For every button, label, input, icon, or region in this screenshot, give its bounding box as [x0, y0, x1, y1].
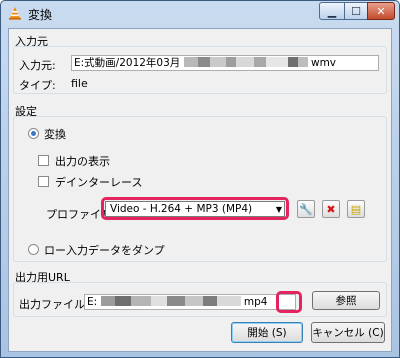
output-path-end: mp4 [243, 296, 268, 308]
deinterlace-checkbox[interactable] [38, 176, 49, 187]
wrench-icon: 🔧 [299, 202, 313, 216]
source-group: 入力元: E:式動画/2012年03月 wmv タイプ: file [13, 46, 387, 94]
close-icon: ✕ [376, 4, 386, 18]
start-label: 開始 (S) [247, 327, 287, 339]
show-output-checkbox[interactable] [38, 155, 49, 166]
input-path-field[interactable]: E:式動画/2012年03月 wmv [71, 55, 379, 71]
type-value: file [71, 77, 88, 90]
new-profile-button[interactable]: ▤ [347, 200, 365, 218]
output-path-start: E: [87, 296, 98, 308]
browse-button[interactable]: 参照 [312, 291, 380, 310]
delete-profile-button[interactable]: ✖ [322, 200, 340, 218]
cancel-button[interactable]: キャンセル (C) [311, 322, 385, 343]
edit-profile-button[interactable]: 🔧 [297, 200, 315, 218]
redacted-path [183, 57, 308, 69]
start-button[interactable]: 開始 (S) [231, 322, 303, 343]
title-bar[interactable]: 変換 ▁ ☐ ✕ [1, 1, 399, 25]
show-output-label: 出力の表示 [55, 155, 110, 168]
minimize-icon: ▁ [327, 4, 337, 18]
input-label: 入力元: [19, 59, 56, 72]
close-button[interactable]: ✕ [367, 2, 395, 20]
redacted-output-path [100, 296, 241, 308]
output-file-field[interactable]: E: mp4 [84, 294, 296, 310]
dump-label: ロー入力データをダンプ [44, 244, 165, 257]
deinterlace-label: デインターレース [55, 176, 143, 189]
profile-select[interactable]: Video - H.264 + MP3 (MP4) ▼ [105, 201, 285, 217]
convert-label: 変換 [44, 128, 66, 141]
dialog-body: 入力元 入力元: E:式動画/2012年03月 wmv タイプ: file 設定… [8, 28, 392, 352]
dump-radio[interactable] [28, 244, 39, 255]
maximize-icon: ☐ [351, 4, 361, 18]
delete-icon: ✖ [326, 202, 336, 216]
chevron-down-icon: ▼ [275, 205, 282, 214]
input-path-end: wmv [310, 57, 337, 69]
vlc-cone-icon [9, 7, 21, 20]
convert-window: 変換 ▁ ☐ ✕ 入力元 入力元: E:式動画/2012年03月 wmv タイプ… [0, 0, 400, 358]
output-file-label: 出力ファイル: [19, 298, 89, 311]
maximize-button[interactable]: ☐ [344, 2, 368, 20]
type-label: タイプ: [19, 79, 56, 92]
minimize-button[interactable]: ▁ [319, 2, 345, 20]
cancel-label: キャンセル (C) [312, 327, 384, 339]
input-path-start: E:式動画/2012年03月 [74, 57, 181, 69]
profile-value: Video - H.264 + MP3 (MP4) [110, 203, 253, 215]
window-title: 変換 [28, 8, 53, 22]
browse-label: 参照 [335, 295, 357, 307]
settings-group: 変換 出力の表示 デインターレース プロファイル Video - H.264 +… [13, 116, 387, 262]
extension-highlight [276, 291, 302, 313]
destination-group: 出力ファイル: E: mp4 参照 [13, 282, 387, 317]
convert-radio[interactable] [28, 128, 39, 139]
new-profile-icon: ▤ [350, 202, 362, 216]
